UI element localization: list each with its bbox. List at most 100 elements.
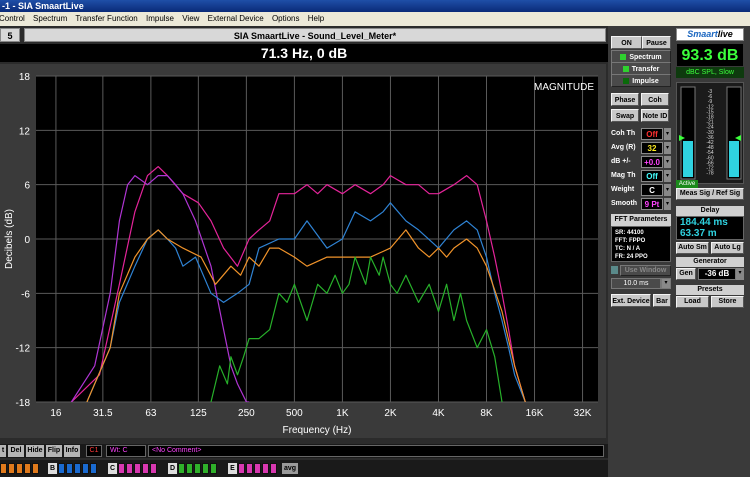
trace-slot-3-0[interactable] xyxy=(178,463,185,474)
window-title: -1 - SIA SmaartLive xyxy=(0,0,750,12)
fft-parameters-panel[interactable]: SR: 44100 FFT: FPPO TC: N / A FR: 24 PPO xyxy=(611,226,671,262)
fft-time-constant: TC: N / A xyxy=(615,246,641,252)
cursor-readout: 71.3 Hz, 0 dB xyxy=(0,44,608,62)
bank-tag-c[interactable]: C xyxy=(108,463,117,474)
magnitude-plot[interactable]: 16 31.5 63 125 250 500 1K 2K 4K 8K 16K 32K -18 -12 -6 0… xyxy=(0,64,606,438)
trace-comment-field[interactable]: <No Comment> xyxy=(148,445,604,457)
trace-slot-0-1[interactable] xyxy=(8,463,15,474)
auto-sm-button[interactable]: Auto Sm xyxy=(676,242,709,254)
trace-slot-2-4[interactable] xyxy=(150,463,157,474)
swap-button[interactable]: Swap xyxy=(611,109,639,122)
hide-trace-button[interactable]: Hide xyxy=(26,445,44,457)
delay-readout[interactable]: 184.44 ms 63.37 m xyxy=(676,216,744,240)
store-preset-button[interactable]: Store xyxy=(711,296,744,308)
trace-slot-4-0[interactable] xyxy=(238,463,245,474)
param-value-2[interactable]: +0.0 xyxy=(641,156,663,168)
generator-level[interactable]: -36 dB xyxy=(698,268,736,280)
trace-slot-2-3[interactable] xyxy=(142,463,149,474)
average-button[interactable]: avg xyxy=(282,463,298,474)
trace-slot-0-3[interactable] xyxy=(24,463,31,474)
info-button[interactable]: Info xyxy=(64,445,80,457)
param-value-5[interactable]: 9 Pt xyxy=(641,198,663,210)
note-id-button[interactable]: Note ID xyxy=(641,109,669,122)
x-tick-label-10: 16K xyxy=(526,408,544,419)
flip-trace-button[interactable]: Flip xyxy=(46,445,62,457)
window-length-dropdown-icon[interactable]: ▾ xyxy=(661,278,671,289)
trace-slot-4-1[interactable] xyxy=(246,463,253,474)
spl-mode[interactable]: dBC SPL, Slow xyxy=(676,67,744,78)
param-label-3: Mag Th xyxy=(611,172,636,179)
y-tick-label-5: 12 xyxy=(19,126,31,137)
bank-tag-b[interactable]: B xyxy=(48,463,57,474)
menu-help[interactable]: Help xyxy=(308,14,324,23)
generator-button[interactable]: Gen xyxy=(676,268,696,280)
x-tick-label-8: 4K xyxy=(432,408,445,419)
on-button[interactable]: ON xyxy=(611,36,642,49)
param-value-1[interactable]: 32 xyxy=(641,142,663,154)
auto-lg-button[interactable]: Auto Lg xyxy=(711,242,744,254)
trace-slot-2-1[interactable] xyxy=(126,463,133,474)
menu-transfer-function[interactable]: Transfer Function xyxy=(75,14,137,23)
trace-slot-1-3[interactable] xyxy=(82,463,89,474)
trace-slot-3-2[interactable] xyxy=(194,463,201,474)
param-label-4: Weight xyxy=(611,186,635,193)
param-spinner-icon-0[interactable]: ▾ xyxy=(664,128,671,140)
y-tick-label-1: -12 xyxy=(16,344,31,355)
trace-slot-0-0[interactable] xyxy=(0,463,7,474)
param-spinner-icon-5[interactable]: ▾ xyxy=(664,198,671,210)
coh-button[interactable]: Coh xyxy=(641,93,669,106)
menu-spectrum[interactable]: Spectrum xyxy=(33,14,67,23)
ext-device-button[interactable]: Ext. Device xyxy=(611,294,651,307)
trace-slot-2-2[interactable] xyxy=(134,463,141,474)
trace-slot-3-1[interactable] xyxy=(186,463,193,474)
trace-slot-1-4[interactable] xyxy=(90,463,97,474)
x-tick-label-6: 1K xyxy=(336,408,349,419)
trace-slot-4-2[interactable] xyxy=(254,463,261,474)
menu-control[interactable]: Control xyxy=(0,14,25,23)
x-tick-label-9: 8K xyxy=(480,408,493,419)
trace-slot-4-4[interactable] xyxy=(270,463,277,474)
generator-level-spinner-icon[interactable]: ▾ xyxy=(736,268,744,280)
menu-external-device[interactable]: External Device xyxy=(208,14,264,23)
param-spinner-icon-4[interactable]: ▾ xyxy=(664,184,671,196)
trace-slot-3-4[interactable] xyxy=(210,463,217,474)
active-indicator: Active xyxy=(676,180,698,188)
phase-button[interactable]: Phase xyxy=(611,93,639,106)
pause-button[interactable]: Pause xyxy=(642,36,671,49)
delete-trace-button[interactable]: Del xyxy=(8,445,24,457)
meas-ref-button[interactable]: Meas Sig / Ref Sig xyxy=(676,188,744,200)
x-tick-label-11: 32K xyxy=(574,408,592,419)
bank-tag-e[interactable]: E xyxy=(228,463,237,474)
param-value-4[interactable]: C xyxy=(641,184,663,196)
bank-tag-d[interactable]: D xyxy=(168,463,177,474)
menu-options[interactable]: Options xyxy=(272,14,300,23)
param-value-0[interactable]: Off xyxy=(641,128,663,140)
trace-slot-0-4[interactable] xyxy=(32,463,39,474)
menu-bar: Control Spectrum Transfer Function Impul… xyxy=(0,12,750,26)
fft-mode: FFT: FPPO xyxy=(615,238,646,244)
trace-slot-0-2[interactable] xyxy=(16,463,23,474)
menu-view[interactable]: View xyxy=(182,14,199,23)
param-spinner-icon-3[interactable]: ▾ xyxy=(664,170,671,182)
trace-slot-3-3[interactable] xyxy=(202,463,209,474)
window-length-field[interactable]: 10.0 ms xyxy=(611,278,661,289)
trace-slot-1-0[interactable] xyxy=(58,463,65,474)
param-value-3[interactable]: Off xyxy=(641,170,663,182)
param-spinner-icon-1[interactable]: ▾ xyxy=(664,142,671,154)
use-window-checkbox[interactable] xyxy=(611,266,618,274)
trace-slot-1-2[interactable] xyxy=(74,463,81,474)
use-window-button[interactable]: Use Window xyxy=(620,265,671,276)
bar-button[interactable]: Bar xyxy=(653,294,671,307)
spectrum-led-icon xyxy=(620,54,627,61)
trace-slot-1-1[interactable] xyxy=(66,463,73,474)
trace-slot-2-0[interactable] xyxy=(118,463,125,474)
x-tick-label-5: 500 xyxy=(286,408,303,419)
param-spinner-icon-2[interactable]: ▾ xyxy=(664,156,671,168)
load-preset-button[interactable]: Load xyxy=(676,296,709,308)
magnitude-chart[interactable]: 16 31.5 63 125 250 500 1K 2K 4K 8K 16K 32K -18 -12 -6 0… xyxy=(0,64,606,438)
document-title: SIA SmaartLive - Sound_Level_Meter* xyxy=(24,28,606,42)
trace-button-t[interactable]: t xyxy=(0,445,6,457)
menu-impulse[interactable]: Impulse xyxy=(146,14,174,23)
trace-slot-4-3[interactable] xyxy=(262,463,269,474)
impulse-button[interactable]: Impulse xyxy=(611,74,671,87)
